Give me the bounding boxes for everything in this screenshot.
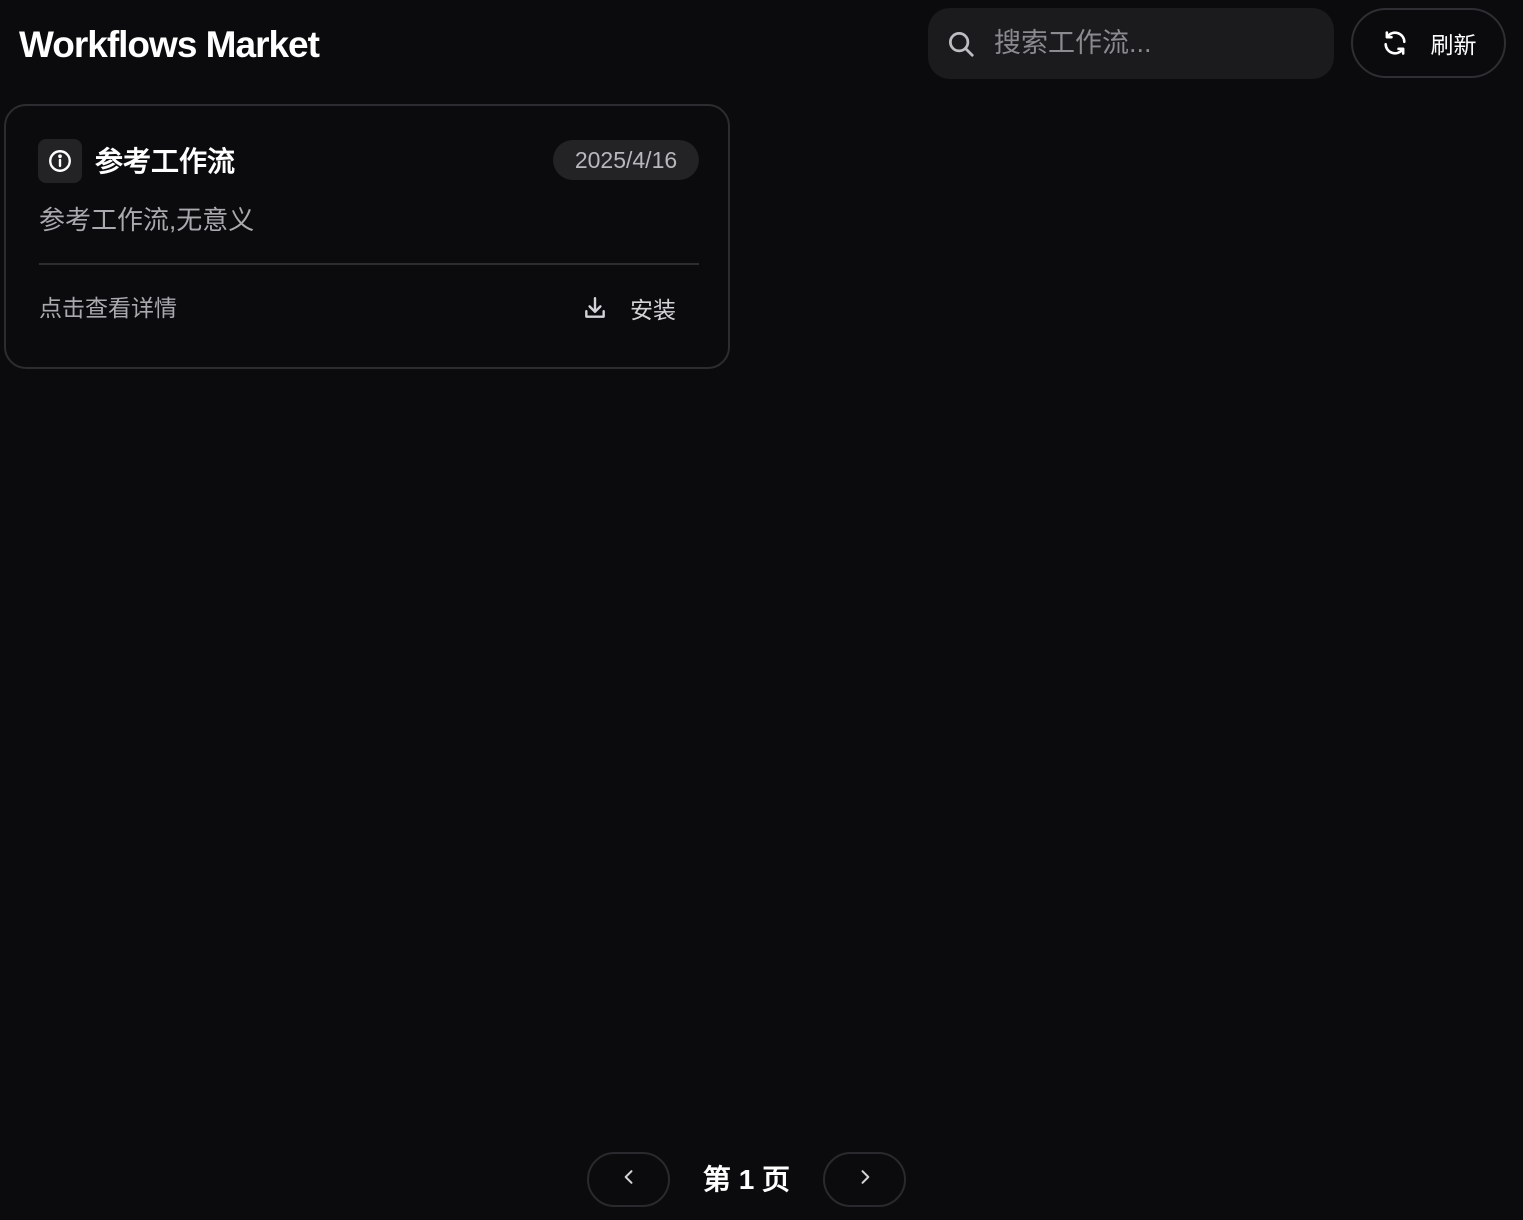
workflows-market-page: Workflows Market 刷新: [0, 0, 1523, 1220]
refresh-icon: [1381, 29, 1409, 57]
install-label: 安装: [630, 297, 676, 323]
chevron-left-icon: [619, 1167, 639, 1192]
workflow-title: 参考工作流: [95, 146, 236, 177]
page-indicator: 第 1 页: [702, 1164, 791, 1195]
view-details-link[interactable]: 点击查看详情: [39, 292, 177, 324]
next-page-button[interactable]: [823, 1152, 906, 1207]
previous-page-button[interactable]: [587, 1152, 670, 1207]
search-icon: [946, 29, 976, 59]
info-icon: [38, 139, 82, 183]
card-divider: [39, 263, 699, 265]
download-icon: [582, 295, 608, 321]
workflow-card[interactable]: 参考工作流 2025/4/16 参考工作流,无意义 点击查看详情 安装: [4, 104, 730, 369]
search-input[interactable]: [992, 27, 1316, 60]
search-box[interactable]: [928, 8, 1334, 79]
install-button[interactable]: 安装: [576, 286, 702, 330]
date-badge: 2025/4/16: [553, 140, 699, 180]
chevron-right-icon: [855, 1167, 875, 1192]
refresh-label: 刷新: [1430, 32, 1477, 58]
page-title: Workflows Market: [19, 24, 320, 65]
refresh-button[interactable]: 刷新: [1351, 8, 1506, 78]
workflow-description: 参考工作流,无意义: [39, 205, 255, 235]
